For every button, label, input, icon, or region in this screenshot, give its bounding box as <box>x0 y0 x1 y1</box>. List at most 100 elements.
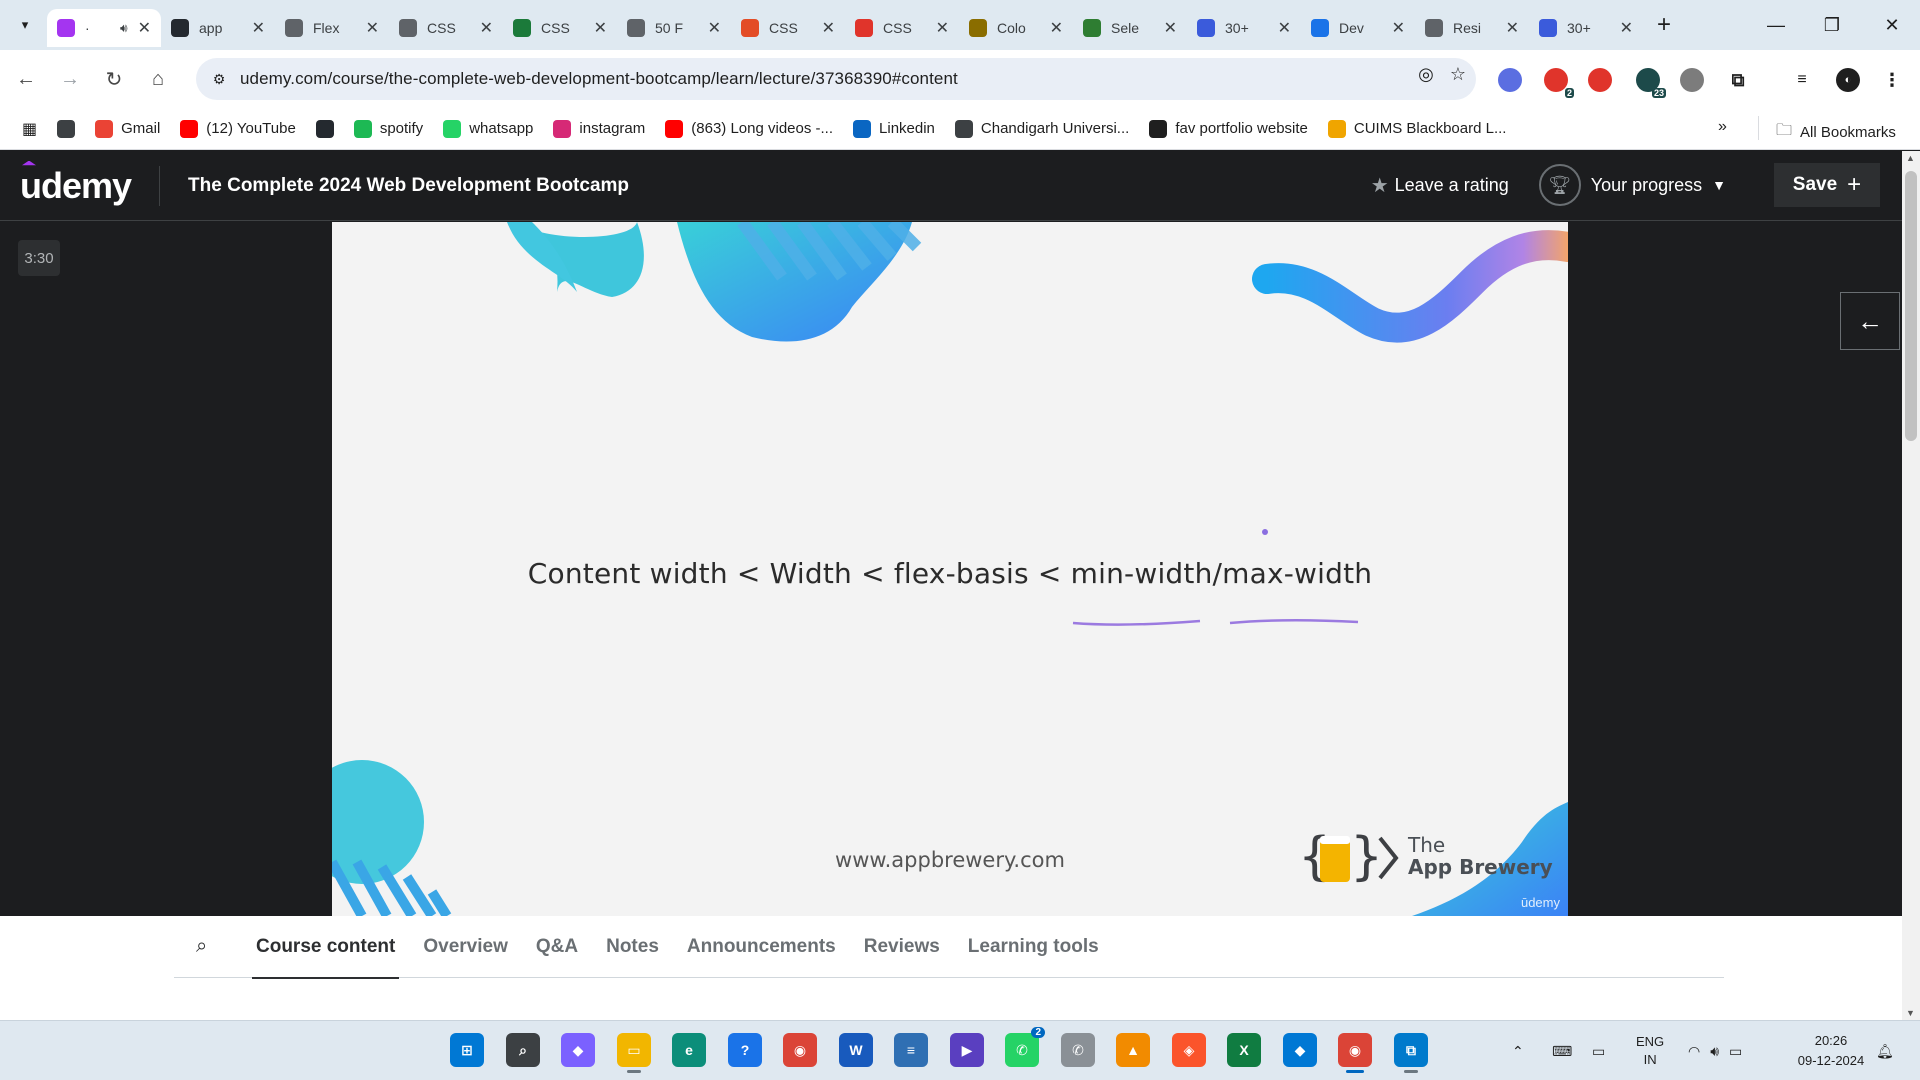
course-tab[interactable]: Q&A <box>536 916 578 978</box>
touchpad-icon[interactable]: ▭ <box>1592 1021 1605 1080</box>
restore-button[interactable]: ❐ <box>1804 0 1860 50</box>
vlc-icon[interactable]: ▲ <box>1116 1033 1150 1067</box>
tab-close-icon[interactable]: ✕ <box>1620 18 1633 38</box>
bookmark-item[interactable]: (12) YouTube <box>180 119 296 138</box>
tab-close-icon[interactable]: ✕ <box>1164 18 1177 38</box>
calendar-ext-icon[interactable]: 23 <box>1636 68 1666 98</box>
udemy-logo[interactable]: udemy <box>20 160 132 207</box>
bookmark-item[interactable]: Chandigarh Universi... <box>954 119 1129 138</box>
clock[interactable]: 20:26 09-12-2024 <box>1786 1031 1876 1071</box>
course-tab[interactable]: Overview <box>423 916 508 978</box>
browser-tab[interactable]: CSS ✕ <box>389 9 503 47</box>
notepad-icon[interactable]: ≡ <box>894 1033 928 1067</box>
tab-close-icon[interactable]: ✕ <box>252 18 265 38</box>
bookmark-item[interactable] <box>57 119 76 138</box>
whatsapp-icon[interactable]: ✆ 2 <box>1005 1027 1045 1067</box>
media-player-icon[interactable]: ▶ <box>950 1033 984 1067</box>
video-player[interactable]: 3:30 {} Content width < Width < flex-ba… <box>0 222 1902 916</box>
back-button[interactable]: ← <box>8 61 44 97</box>
defender-icon[interactable]: ◆ <box>1283 1033 1317 1067</box>
bookmark-item[interactable]: CUIMS Blackboard L... <box>1327 119 1506 138</box>
system-status[interactable]: ◠ 🔊︎ ▭ <box>1688 1021 1742 1080</box>
show-hidden-icons[interactable]: ⌃ <box>1512 1021 1524 1080</box>
browser-tab[interactable]: 30+ ✕ <box>1187 9 1301 47</box>
brave-icon[interactable]: ◈ <box>1172 1033 1206 1067</box>
apps-grid-icon[interactable]: ▦ <box>22 119 37 139</box>
file-explorer-icon[interactable]: ▭ <box>617 1033 651 1073</box>
tab-close-icon[interactable]: ✕ <box>1050 18 1063 38</box>
browser-tab[interactable]: Flex ✕ <box>275 9 389 47</box>
adblock-icon[interactable]: 2 <box>1544 68 1574 98</box>
browser-tab[interactable]: 50 F ✕ <box>617 9 731 47</box>
keyboard-icon[interactable]: ⌨ <box>1552 1021 1572 1080</box>
eye-off-icon[interactable]: ◎ <box>1418 64 1434 85</box>
profile-avatar[interactable]: ◐ <box>1836 68 1860 92</box>
tab-close-icon[interactable]: ✕ <box>822 18 835 38</box>
cursor-ext-icon[interactable] <box>1498 68 1522 92</box>
word-icon[interactable]: W <box>839 1033 873 1067</box>
save-button[interactable]: Save + <box>1774 163 1880 207</box>
tab-close-icon[interactable]: ✕ <box>1506 18 1519 38</box>
windows-start-icon[interactable]: ⊞ <box>450 1033 484 1067</box>
bookmark-item[interactable]: whatsapp <box>443 119 533 138</box>
browser-tab[interactable]: 30+ ✕ <box>1529 9 1643 47</box>
vscode-icon[interactable]: ⧉ <box>1394 1033 1428 1073</box>
bookmark-item[interactable]: instagram <box>553 119 645 138</box>
search-icon[interactable]: ⌕ <box>196 935 236 958</box>
bookmark-item[interactable]: Gmail <box>95 119 160 138</box>
chrome-active-icon[interactable]: ◉ <box>1338 1033 1372 1073</box>
lecture-slide[interactable]: { } Content width < Width < flex-basis <… <box>332 222 1568 916</box>
bug-ext-icon[interactable] <box>1680 68 1704 92</box>
language-indicator[interactable]: ENG IN <box>1636 1021 1664 1080</box>
bookmark-item[interactable]: spotify <box>353 119 423 138</box>
home-button[interactable]: ⌂ <box>140 61 176 97</box>
tab-close-icon[interactable]: ✕ <box>366 18 379 38</box>
edge-icon[interactable]: e <box>672 1033 706 1067</box>
copilot-icon[interactable]: ◆ <box>561 1033 595 1067</box>
course-tab[interactable]: Reviews <box>864 916 940 978</box>
bookmark-item[interactable]: Linkedin <box>853 119 935 138</box>
browser-tab[interactable]: Dev ✕ <box>1301 9 1415 47</box>
bookmark-star-icon[interactable]: ☆ <box>1450 64 1466 85</box>
tab-audio-icon[interactable]: 🔊︎ <box>120 21 128 36</box>
tab-search-dropdown-icon[interactable]: ▾ <box>11 11 39 39</box>
url-text[interactable]: udemy.com/course/the-complete-web-develo… <box>240 69 958 89</box>
scroll-down-icon[interactable]: ▼ <box>1906 1008 1915 1018</box>
page-scrollbar[interactable]: ▲ ▼ <box>1902 151 1920 1020</box>
expand-sidebar-button[interactable]: ← <box>1840 292 1900 350</box>
course-tab[interactable]: Course content <box>251 916 400 979</box>
browser-tab[interactable]: Colo ✕ <box>959 9 1073 47</box>
bookmark-item[interactable]: (863) Long videos -... <box>665 119 833 138</box>
notification-bell-icon[interactable]: 🔔︎ <box>1876 1021 1894 1080</box>
extensions-puzzle-icon[interactable]: ⧉ <box>1726 68 1750 92</box>
tab-close-icon[interactable]: ✕ <box>708 18 721 38</box>
tab-close-icon[interactable]: ✕ <box>1278 18 1291 38</box>
tab-close-icon[interactable]: ✕ <box>594 18 607 38</box>
browser-tab[interactable]: Sele ✕ <box>1073 9 1187 47</box>
more-bookmarks-icon[interactable]: » <box>1718 118 1727 136</box>
course-tab[interactable]: Announcements <box>687 916 836 978</box>
close-window-button[interactable]: ✕ <box>1864 0 1920 50</box>
new-tab-button[interactable]: + <box>1647 8 1681 42</box>
help-icon[interactable]: ? <box>728 1033 762 1067</box>
search-icon[interactable]: ⌕ <box>506 1033 540 1067</box>
course-title[interactable]: The Complete 2024 Web Development Bootca… <box>188 175 629 197</box>
tab-close-icon[interactable]: ✕ <box>1392 18 1405 38</box>
course-tab[interactable]: Notes <box>606 916 659 978</box>
reading-list-icon[interactable]: ≡ <box>1790 68 1814 92</box>
bookmark-item[interactable] <box>315 119 334 138</box>
scroll-up-icon[interactable]: ▲ <box>1906 153 1915 163</box>
more-menu-icon[interactable]: ⋮ <box>1880 68 1904 92</box>
youtube-ext-icon[interactable] <box>1588 68 1612 92</box>
tab-close-icon[interactable]: ✕ <box>138 18 151 38</box>
whatsapp-alt-icon[interactable]: ✆ <box>1061 1033 1095 1067</box>
your-progress-button[interactable]: 🏆︎ Your progress ▼ <box>1538 164 1726 206</box>
browser-tab[interactable]: Resi ✕ <box>1415 9 1529 47</box>
browser-tab[interactable]: app ✕ <box>161 9 275 47</box>
scrollbar-thumb[interactable] <box>1905 171 1917 441</box>
tab-close-icon[interactable]: ✕ <box>936 18 949 38</box>
excel-icon[interactable]: X <box>1227 1033 1261 1067</box>
browser-tab[interactable]: · 🔊︎ ✕ <box>47 9 161 47</box>
bookmark-item[interactable]: fav portfolio website <box>1149 119 1308 138</box>
minimize-button[interactable]: — <box>1748 0 1804 50</box>
